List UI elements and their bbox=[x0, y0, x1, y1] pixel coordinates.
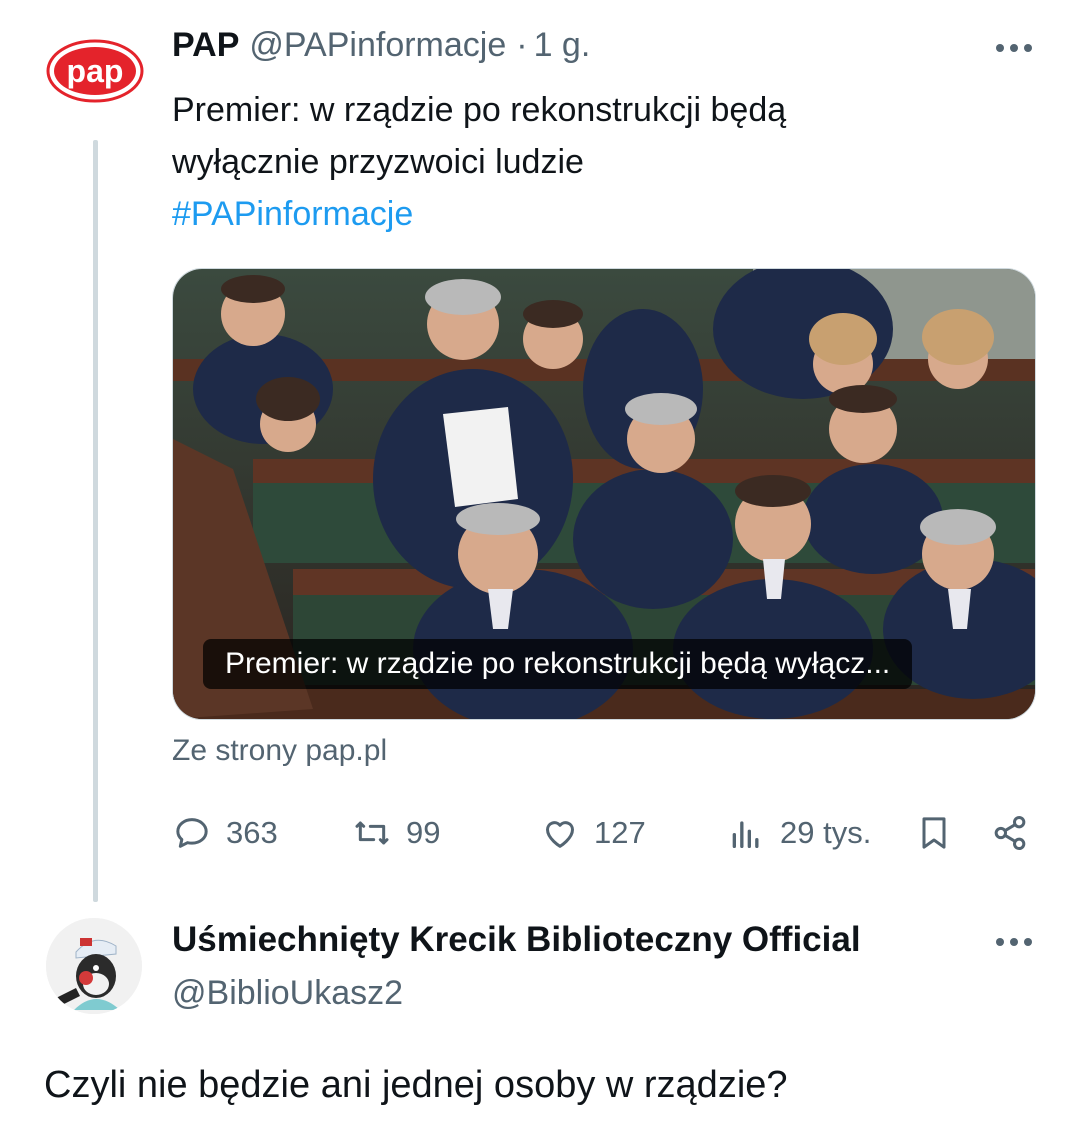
bookmark-icon bbox=[922, 817, 946, 849]
hashtag-link[interactable]: #PAPinformacje bbox=[172, 188, 992, 240]
retweet-icon bbox=[355, 821, 389, 845]
link-source[interactable]: Ze strony pap.pl bbox=[172, 734, 387, 768]
pap-logo-text: pap bbox=[67, 53, 124, 89]
author-handle[interactable]: @PAPinformacje bbox=[249, 26, 506, 65]
share-icon bbox=[994, 816, 1026, 850]
retweet-button[interactable]: 99 bbox=[352, 808, 440, 858]
views-icon bbox=[732, 821, 759, 848]
reply-count: 363 bbox=[226, 815, 278, 850]
like-count: 127 bbox=[594, 815, 646, 850]
reply-button[interactable]: 363 bbox=[172, 808, 278, 858]
like-button[interactable]: 127 bbox=[540, 808, 646, 858]
tweet-text-line: wyłącznie przyzwoici ludzie bbox=[172, 143, 584, 181]
retweet-count: 99 bbox=[406, 815, 441, 850]
share-button[interactable] bbox=[990, 808, 1030, 858]
views-button[interactable]: 29 tys. bbox=[726, 808, 871, 858]
tweet-header: PAP @PAPinformacje · 1 g. bbox=[172, 26, 590, 70]
reply-author-handle[interactable]: @BiblioUkasz2 bbox=[172, 974, 403, 1013]
link-card-image[interactable]: Premier: w rządzie po rekonstrukcji będą… bbox=[172, 268, 1036, 720]
link-card-title: Premier: w rządzie po rekonstrukcji będą… bbox=[203, 639, 913, 689]
reply-text: Czyli nie będzie ani jednej osoby w rząd… bbox=[44, 1064, 788, 1106]
tweet-actions-bar: 363 99 127 29 tys. bbox=[172, 808, 1034, 858]
views-count: 29 tys. bbox=[780, 815, 872, 850]
more-horizontal-icon[interactable] bbox=[984, 38, 1044, 58]
like-icon bbox=[546, 821, 574, 848]
separator-dot: · bbox=[516, 26, 528, 64]
tweet-text-line: Premier: w rządzie po rekonstrukcji będą bbox=[172, 91, 787, 129]
more-horizontal-icon[interactable] bbox=[984, 932, 1044, 952]
author-name[interactable]: PAP bbox=[172, 26, 239, 65]
thread-connector-line bbox=[93, 140, 98, 902]
tweet-time[interactable]: 1 g. bbox=[534, 26, 591, 65]
tweet-text: Premier: w rządzie po rekonstrukcji będą… bbox=[172, 84, 992, 240]
pap-logo-avatar[interactable]: pap bbox=[46, 38, 144, 104]
reply-icon bbox=[176, 818, 208, 848]
reply-author-name[interactable]: Uśmiechnięty Krecik Biblioteczny Officia… bbox=[172, 920, 861, 960]
reply-avatar[interactable] bbox=[46, 918, 142, 1014]
bookmark-button[interactable] bbox=[914, 808, 954, 858]
